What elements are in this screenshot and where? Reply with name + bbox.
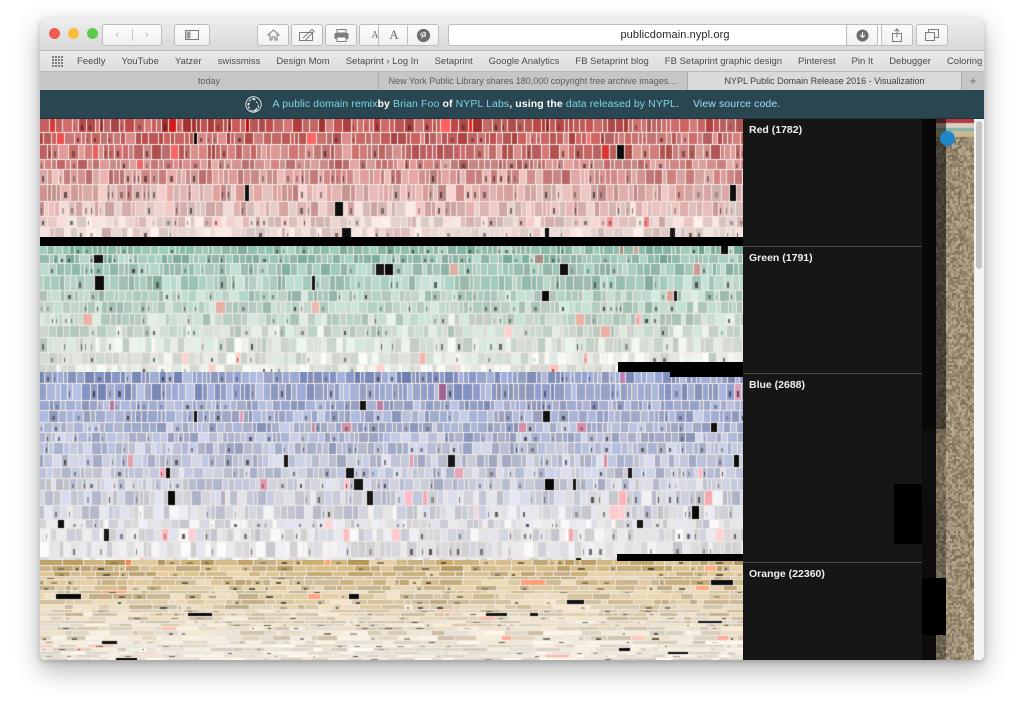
visualization-canvas[interactable]: Red (1782) Green (1791) Blue (2688) Oran… xyxy=(40,119,984,660)
image-mosaic[interactable] xyxy=(40,119,743,660)
page-content: A public domain remixby Brian Foo of NYP… xyxy=(40,90,984,660)
minimize-button[interactable] xyxy=(68,28,79,39)
bookmark-yatzer[interactable]: Yatzer xyxy=(167,56,210,67)
sidebar-icon xyxy=(185,30,199,40)
bookmark-pinterest[interactable]: Pinterest xyxy=(790,56,844,67)
close-button[interactable] xyxy=(49,28,60,39)
print-button[interactable] xyxy=(325,24,357,46)
bookmark-youtube[interactable]: YouTube xyxy=(114,56,167,67)
bookmark-google-analytics[interactable]: Google Analytics xyxy=(481,56,568,67)
legend-label-green: Green (1791) xyxy=(749,252,813,264)
site-header: A public domain remixby Brian Foo of NYP… xyxy=(40,90,984,119)
band-separator-green-blue xyxy=(618,362,743,372)
band-edge-right-blue xyxy=(670,372,743,377)
legend-label-red: Red (1782) xyxy=(749,124,803,136)
minimap-shade-lower xyxy=(922,505,946,578)
legend-group-green[interactable]: Green (1791) xyxy=(743,246,922,373)
address-bar[interactable]: publicdomain.nypl.org xyxy=(448,24,902,46)
compose-icon xyxy=(299,29,315,41)
mosaic-band-red[interactable] xyxy=(40,119,743,246)
header-data-link[interactable]: data released by NYPL xyxy=(566,98,676,110)
header-using: , using the xyxy=(509,98,563,110)
address-url: publicdomain.nypl.org xyxy=(620,29,730,41)
bookmark-coloring-pages[interactable]: Coloring pages xyxy=(939,56,984,67)
tabs-icon xyxy=(925,29,939,41)
home-icon xyxy=(266,29,280,41)
share-button[interactable] xyxy=(881,24,913,46)
page-scrollbar[interactable] xyxy=(974,119,984,660)
mosaic-band-green[interactable] xyxy=(40,246,743,372)
tab-bar: today New York Public Library shares 180… xyxy=(40,72,984,90)
header-by: by xyxy=(377,98,390,110)
bookmark-fb-setaprint-graphic-design[interactable]: FB Setaprint graphic design xyxy=(657,56,790,67)
legend-group-red[interactable]: Red (1782) xyxy=(743,119,922,246)
home-button[interactable] xyxy=(257,24,289,46)
minimap-position-marker[interactable] xyxy=(940,131,955,146)
mosaic-band-blue[interactable] xyxy=(40,372,743,560)
minimap-shade-bottom xyxy=(922,635,946,660)
bookmark-setaprint[interactable]: Setaprint xyxy=(427,56,481,67)
pinterest-button[interactable] xyxy=(407,24,439,46)
minimap-shade-mid xyxy=(922,429,946,505)
header-remix-link[interactable]: A public domain remix xyxy=(273,98,378,110)
share-icon xyxy=(892,28,902,42)
bookmark-design-mom[interactable]: Design Mom xyxy=(268,56,337,67)
bookmark-feedly[interactable]: Feedly xyxy=(69,56,114,67)
text-large-icon: A xyxy=(389,27,399,42)
band-separator-blue-orange xyxy=(617,554,743,561)
view-source-code-link[interactable]: View source code. xyxy=(693,98,780,110)
show-tabs-button[interactable] xyxy=(916,24,948,46)
browser-window: ‹ › A A publicdomain.nypl.org Feedly You… xyxy=(40,18,984,660)
bookmark-debugger[interactable]: Debugger xyxy=(881,56,939,67)
apps-grid-icon[interactable] xyxy=(52,55,63,67)
compose-button[interactable] xyxy=(291,24,323,46)
bookmarks-bar: Feedly YouTube Yatzer swissmiss Design M… xyxy=(40,51,984,72)
download-button[interactable] xyxy=(846,24,878,46)
download-icon xyxy=(856,29,868,41)
mosaic-band-orange[interactable] xyxy=(40,560,743,660)
pinterest-icon xyxy=(416,28,430,42)
sidebar-button[interactable] xyxy=(174,24,210,46)
screenshot-root: ‹ › A A publicdomain.nypl.org Feedly You… xyxy=(0,0,1024,717)
browser-toolbar: ‹ › A A publicdomain.nypl.org xyxy=(40,18,984,51)
back-button[interactable]: ‹ xyxy=(103,29,133,41)
tab-today[interactable]: today xyxy=(40,72,379,90)
tab-nypl-visualization[interactable]: NYPL Public Domain Release 2016 - Visual… xyxy=(688,72,962,90)
forward-button[interactable]: › xyxy=(133,29,162,41)
bookmark-fb-setaprint-blog[interactable]: FB Setaprint blog xyxy=(567,56,656,67)
bookmark-setaprint-login[interactable]: Setaprint › Log In xyxy=(338,56,427,67)
legend-group-orange[interactable]: Orange (22360) xyxy=(743,562,922,660)
bookmark-pin-it[interactable]: Pin It xyxy=(844,56,882,67)
band-separator-red-green xyxy=(40,237,743,246)
bookmark-swissmiss[interactable]: swissmiss xyxy=(210,56,269,67)
header-period: . xyxy=(675,98,680,110)
window-controls xyxy=(49,28,98,39)
tab-nypl-article[interactable]: New York Public Library shares 180,000 c… xyxy=(379,72,688,90)
nypl-lion-logo-icon xyxy=(243,94,263,114)
page-scrollbar-thumb[interactable] xyxy=(976,121,982,269)
header-org-link[interactable]: NYPL Labs xyxy=(456,98,510,110)
zoom-button[interactable] xyxy=(87,28,98,39)
header-of: of xyxy=(442,98,453,110)
site-header-text: A public domain remixby Brian Foo of NYP… xyxy=(273,98,781,110)
print-icon xyxy=(334,28,348,42)
legend-label-orange: Orange (22360) xyxy=(749,568,825,580)
new-tab-button[interactable]: + xyxy=(962,72,984,90)
minimap-shade-top xyxy=(922,119,946,429)
minimap-shade-black xyxy=(922,578,946,635)
header-author-link[interactable]: Brian Foo xyxy=(393,98,439,110)
group-legend-panel: Red (1782) Green (1791) Blue (2688) Oran… xyxy=(743,119,922,660)
text-size-large-button[interactable]: A xyxy=(378,24,410,46)
viz-dark-block xyxy=(894,484,922,544)
nav-buttons: ‹ › xyxy=(102,24,162,46)
legend-label-blue: Blue (2688) xyxy=(749,379,806,391)
